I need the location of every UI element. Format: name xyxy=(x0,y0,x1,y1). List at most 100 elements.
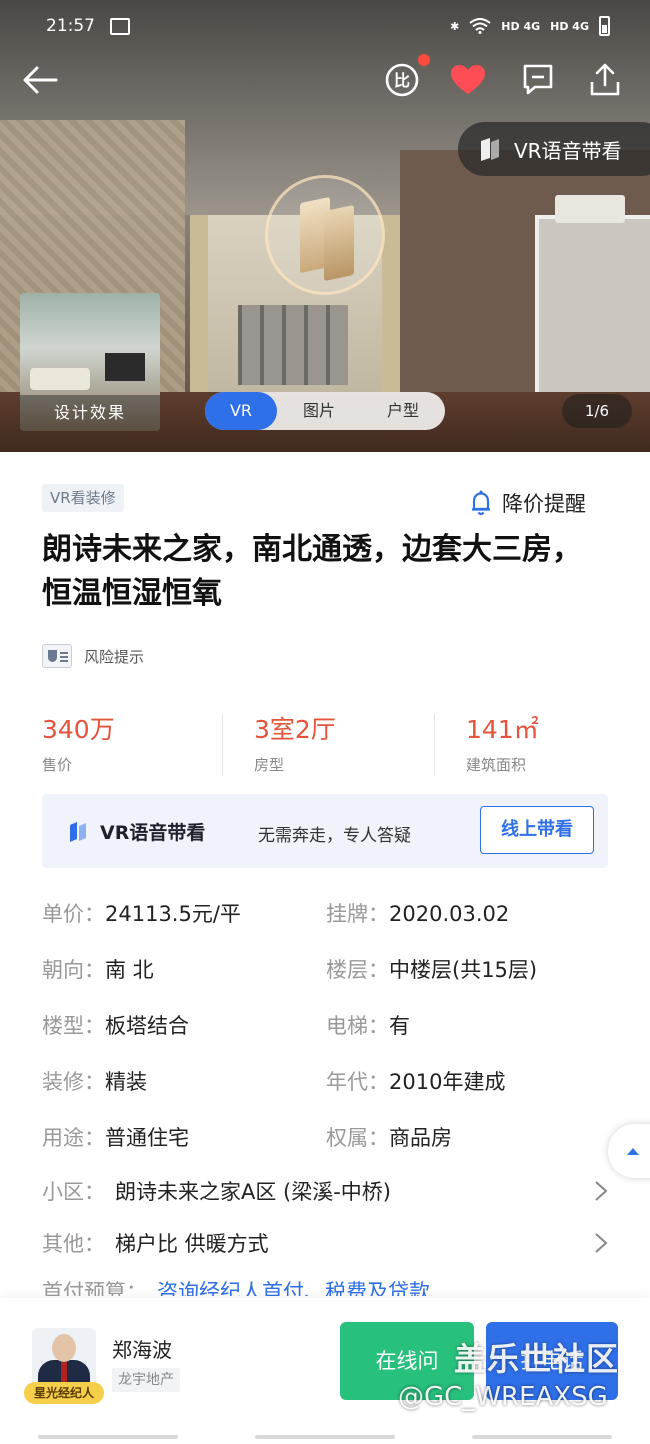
other-info-link[interactable]: 其他： 梯户比 供暖方式 xyxy=(42,1228,608,1262)
thumb-sofa xyxy=(30,368,90,390)
back-arrow-icon xyxy=(23,66,58,94)
avatar-head xyxy=(52,1334,76,1362)
detail-value: 南 北 xyxy=(105,958,154,982)
stat-price-value: 340万 xyxy=(42,715,115,744)
caret-up-icon xyxy=(627,1148,639,1155)
detail-cell: 用途：普通住宅 xyxy=(42,1122,189,1152)
compare-button[interactable]: 比 xyxy=(382,60,422,100)
nav-bar xyxy=(254,1435,395,1439)
stat-area-label: 建筑面积 xyxy=(466,756,527,774)
tab-floorplan[interactable]: 户型 xyxy=(361,392,445,430)
wifi-icon xyxy=(469,18,491,34)
detail-key: 年代： xyxy=(326,1070,389,1094)
thumb-tv xyxy=(105,353,145,381)
detail-cell: 楼型：板塔结合 xyxy=(42,1010,189,1040)
vr-logo-icon xyxy=(70,822,86,842)
chat-icon xyxy=(523,64,553,95)
agent-name[interactable]: 郑海波 xyxy=(112,1334,172,1363)
share-button[interactable] xyxy=(585,60,625,100)
risk-notice[interactable]: 风险提示 xyxy=(42,644,144,668)
vr-voice-tour-button[interactable]: VR语音带看 xyxy=(458,122,650,176)
other-key: 其他： xyxy=(42,1232,105,1256)
detail-value: 2010年建成 xyxy=(389,1070,506,1094)
compare-notification-dot xyxy=(418,54,430,66)
detail-value: 板塔结合 xyxy=(105,1014,189,1038)
heart-icon xyxy=(451,65,485,94)
detail-value: 有 xyxy=(389,1014,410,1038)
key-stats: 340万 售价 3室2厅 房型 141㎡ 建筑面积 xyxy=(0,710,650,780)
agent-company: 龙宇地产 xyxy=(112,1368,180,1392)
detail-cell: 电梯：有 xyxy=(326,1010,410,1040)
message-button[interactable] xyxy=(518,60,558,100)
media-tabs: VR 图片 户型 xyxy=(205,392,445,430)
community-key: 小区： xyxy=(42,1180,105,1204)
gallery-notification-icon xyxy=(110,18,130,35)
online-tour-button[interactable]: 线上带看 xyxy=(480,806,594,854)
status-bar: 21:57 ✱ HD 4G HD 4G xyxy=(0,0,650,52)
shield-icon xyxy=(42,644,72,668)
vr-card-back xyxy=(324,204,354,282)
community-link[interactable]: 小区： 朗诗未来之家A区 (梁溪-中桥) xyxy=(42,1176,608,1210)
media-page-counter: 1/6 xyxy=(562,394,632,428)
design-effect-label: 设计效果 xyxy=(20,395,160,431)
stat-price-label: 售价 xyxy=(42,756,73,774)
detail-cell: 年代：2010年建成 xyxy=(326,1066,505,1096)
tab-photos[interactable]: 图片 xyxy=(277,392,361,430)
star-agent-badge: 星光经纪人 xyxy=(24,1382,104,1404)
stat-divider xyxy=(434,714,435,776)
watermark-title: 盖乐世社区 xyxy=(454,1340,620,1378)
detail-value: 中楼层(共15层) xyxy=(389,958,538,982)
detail-value: 24113.5元/平 xyxy=(105,902,241,926)
tab-vr[interactable]: VR xyxy=(205,392,277,430)
share-icon xyxy=(590,63,620,96)
nav-bar xyxy=(471,1435,612,1439)
signal-1: HD 4G xyxy=(501,19,541,33)
detail-cell: 楼层：中楼层(共15层) xyxy=(326,954,537,984)
scroll-top-button[interactable] xyxy=(608,1124,650,1178)
detail-key: 用途： xyxy=(42,1126,105,1150)
vr-voice-banner[interactable]: VR语音带看 无需奔走，专人答疑 线上带看 xyxy=(42,794,608,868)
design-effect-thumbnail[interactable]: 设计效果 xyxy=(20,293,160,431)
detail-key: 挂牌： xyxy=(326,902,389,926)
detail-key: 朝向： xyxy=(42,958,105,982)
payment-key: 首付预算： xyxy=(42,1280,147,1296)
payment-value: 咨询经纪人首付、税费及贷款 xyxy=(157,1280,430,1296)
detail-cell: 朝向：南 北 xyxy=(42,954,154,984)
chevron-right-icon xyxy=(595,1233,608,1253)
detail-key: 电梯： xyxy=(326,1014,389,1038)
svg-text:比: 比 xyxy=(394,71,410,90)
vr-play-icon[interactable] xyxy=(265,175,385,295)
other-value: 梯户比 供暖方式 xyxy=(115,1232,269,1256)
stat-area-value: 141㎡ xyxy=(466,715,539,744)
top-nav: 比 xyxy=(0,52,650,108)
detail-key: 楼层： xyxy=(326,958,389,982)
watermark-handle: @GC_WREAXSG xyxy=(398,1382,608,1412)
avatar-tie xyxy=(61,1362,67,1384)
status-indicators: ✱ HD 4G HD 4G xyxy=(450,16,610,36)
detail-value: 商品房 xyxy=(389,1126,452,1150)
detail-cell: 单价：24113.5元/平 xyxy=(42,898,241,928)
vr-banner-title: VR语音带看 xyxy=(100,822,206,844)
detail-value: 精装 xyxy=(105,1070,147,1094)
signal-2: HD 4G xyxy=(550,19,589,33)
risk-notice-label: 风险提示 xyxy=(84,647,145,666)
community-value: 朗诗未来之家A区 (梁溪-中桥) xyxy=(115,1180,392,1204)
detail-cell: 挂牌：2020.03.02 xyxy=(326,898,509,928)
agent-contact-bar: 星光经纪人 郑海波 龙宇地产 在线问 打电话 盖乐世社区 @GC_WREAXSG xyxy=(0,1298,650,1444)
compare-icon: 比 xyxy=(385,63,419,97)
system-nav-handle xyxy=(0,1430,650,1444)
stat-layout: 3室2厅 房型 xyxy=(254,710,336,775)
detail-value: 2020.03.02 xyxy=(389,902,510,926)
back-button[interactable] xyxy=(20,60,60,100)
nav-bar xyxy=(38,1435,179,1439)
payment-budget-link[interactable]: 首付预算： 咨询经纪人首付、税费及贷款 xyxy=(42,1276,608,1296)
price-alert-button[interactable]: 降价提醒 xyxy=(470,488,586,518)
detail-key: 装修： xyxy=(42,1070,105,1094)
vr-decoration-tag[interactable]: VR看装修 xyxy=(42,484,124,512)
favorite-button[interactable] xyxy=(448,60,488,100)
vr-preview[interactable]: 21:57 ✱ HD 4G HD 4G 比 VR语音带看 设计效果 VR 图片 … xyxy=(0,0,650,452)
stat-layout-label: 房型 xyxy=(254,756,285,774)
detail-cell: 权属：商品房 xyxy=(326,1122,452,1152)
detail-key: 权属： xyxy=(326,1126,389,1150)
price-alert-label: 降价提醒 xyxy=(502,492,586,516)
